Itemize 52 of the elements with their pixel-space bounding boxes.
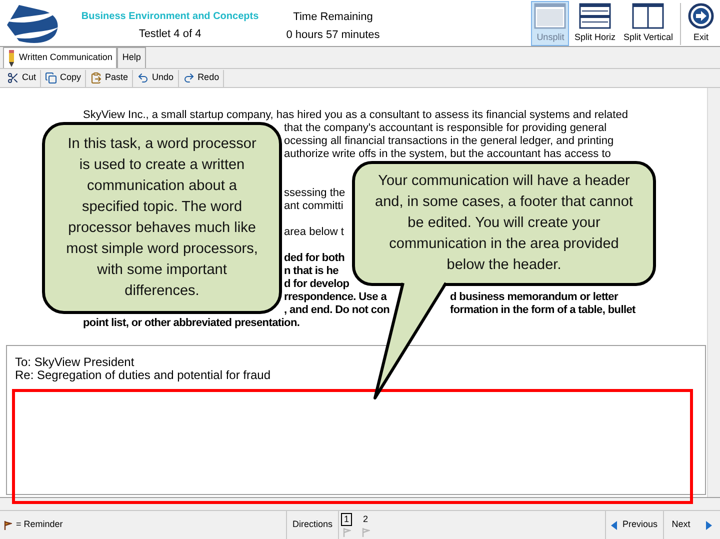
copy-icon [45, 72, 58, 84]
right-triangle-icon [706, 520, 712, 530]
toolbar-button[interactable]: Undo [133, 70, 179, 86]
clipboard-icon [90, 72, 102, 84]
document-text: that the company's accountant is responsible for providing general [284, 122, 607, 134]
reminder-legend: = Reminder [16, 518, 63, 532]
document-text: authorize write offs in the system, but the accountant has access to [284, 148, 611, 160]
logo-icon [5, 3, 61, 45]
document-text: ocessing all financial transactions in the general ledger, and printing [284, 135, 614, 147]
window-layout-icon [534, 2, 566, 29]
undo-icon [137, 72, 150, 84]
flag-icon [342, 528, 350, 537]
memo-to: To: SkyView President [15, 356, 136, 369]
toolbar-button[interactable]: Cut [3, 70, 42, 86]
document-text: SkyView Inc., a small startup company, has hired you as a consultant to assess its financial systems and related [83, 109, 628, 121]
subject-title: Business Environment and Concepts [81, 10, 259, 24]
document-text: , and end. Do not con [284, 304, 390, 316]
document-text: d for develop [284, 278, 350, 290]
window-layout-icon [632, 2, 664, 29]
document-text: ded for both [284, 252, 345, 264]
pencil-icon [8, 50, 15, 66]
timer-value: 0 hours 57 minutes [286, 28, 380, 42]
flag-icon [362, 528, 370, 537]
exit-button[interactable]: Exit [685, 1, 717, 46]
page-button[interactable]: 2 [360, 513, 372, 537]
memo-subject: Re: Segregation of duties and potential for fraud [15, 369, 272, 382]
window-layout-icon [578, 2, 611, 29]
next-button[interactable]: Next [663, 511, 720, 539]
scrollbar[interactable] [707, 88, 720, 497]
directions-button[interactable]: Directions [286, 511, 339, 539]
flag-icon [4, 520, 12, 530]
document-text: point list, or other abbreviated presentation. [83, 317, 300, 329]
document-text: n that is he [284, 265, 338, 277]
document-text: rrespondence. Use a [284, 291, 387, 303]
toolbar-button[interactable]: Redo [178, 70, 224, 86]
redo-icon [182, 72, 195, 84]
previous-button[interactable]: Previous [605, 511, 663, 539]
document-text: ant committi [284, 200, 344, 212]
tab[interactable]: Written Communication [3, 47, 118, 68]
left-triangle-icon [611, 520, 618, 530]
document-text: area below t [284, 226, 344, 238]
document-text: d business memorandum or letter [450, 291, 618, 304]
callout-text: In this task, a word processor is used to create a written communication about a specified topic. The word processor behaves much like most simple word processors, with some important differences. [65, 135, 259, 301]
scissors-icon [7, 72, 19, 84]
testlet-label: Testlet 4 of 4 [138, 27, 202, 42]
toolbar-button[interactable]: Paste [86, 70, 134, 86]
timer-label: Time Remaining [293, 10, 373, 25]
callout-text: Your communication will have a header and, in some cases, a footer that cannot be edited. You will create your communication in the area provided below the header. [374, 172, 634, 275]
document-text: ssessing the [284, 187, 346, 199]
document-text: formation in the form of a table, bullet [450, 304, 636, 317]
toolbar-button[interactable]: Copy [41, 70, 86, 86]
tab[interactable]: Help [117, 47, 146, 68]
